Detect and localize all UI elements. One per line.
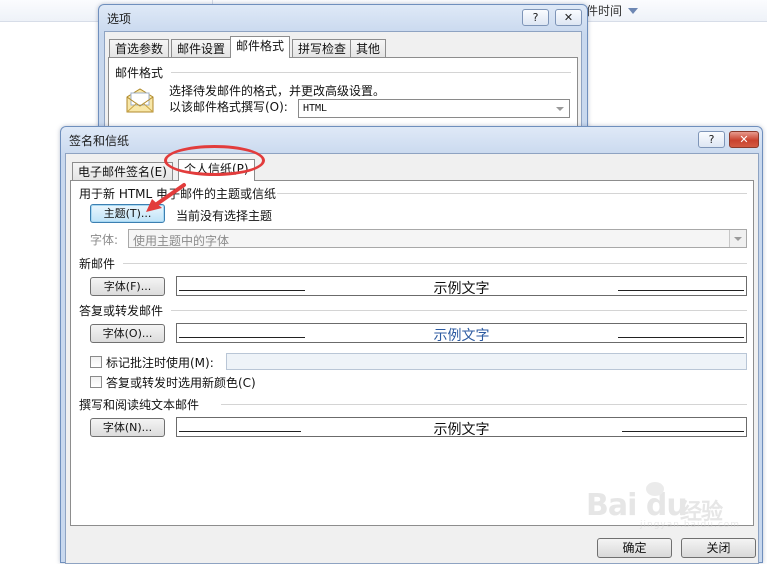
reply-font-button[interactable]: 字体(O)... — [90, 324, 165, 343]
compose-format-label: 以该邮件格式撰写(O): — [169, 100, 288, 114]
tab-spelling[interactable]: 拼写检查 — [292, 39, 353, 58]
plain-text-sample: 示例文字 — [176, 417, 747, 438]
group-divider — [123, 263, 747, 264]
signature-dialog-client: 电子邮件签名(E) 个人信纸(P) 用于新 HTML 电子邮件的主题或信纸 主题… — [65, 153, 759, 564]
close-button[interactable]: ✕ — [729, 131, 759, 148]
mark-comments-checkbox[interactable] — [90, 356, 102, 368]
compose-format-value: HTML — [303, 103, 328, 114]
new-color-checkbox[interactable] — [90, 376, 102, 388]
signature-dialog: 签名和信纸 ? ✕ 电子邮件签名(E) 个人信纸(P) 用于新 HTML 电子邮… — [60, 126, 763, 564]
reply-sample-text: 示例文字 — [433, 328, 490, 344]
close-button[interactable]: ✕ — [555, 9, 582, 26]
format-description: 选择待发邮件的格式，并更改高级设置。 — [169, 84, 386, 98]
chevron-down-icon[interactable] — [552, 100, 569, 117]
new-color-label[interactable]: 答复或转发时选用新颜色(C) — [106, 374, 256, 391]
group-divider — [171, 310, 747, 311]
options-dialog-title: 选项 — [107, 12, 132, 26]
theme-status: 当前没有选择主题 — [176, 209, 273, 223]
tab-personal-stationery[interactable]: 个人信纸(P) — [178, 159, 255, 181]
ok-button[interactable]: 确定 — [597, 538, 672, 558]
mark-comments-input[interactable] — [226, 353, 747, 370]
plain-text-sample-text: 示例文字 — [433, 422, 490, 438]
font-label: 字体: — [90, 233, 119, 247]
compose-format-select[interactable]: HTML — [298, 99, 570, 118]
tab-preferences[interactable]: 首选参数 — [109, 39, 170, 58]
signature-dialog-title: 签名和信纸 — [69, 134, 130, 148]
theme-button[interactable]: 主题(T)... — [90, 204, 165, 223]
group-divider — [277, 193, 747, 194]
new-mail-sample: 示例文字 — [176, 276, 747, 297]
close-dialog-button[interactable]: 关闭 — [681, 538, 756, 558]
time-column-header[interactable]: 件时间 — [586, 2, 622, 19]
envelope-icon — [126, 88, 154, 113]
plain-text-font-button[interactable]: 字体(N)... — [90, 418, 165, 437]
sort-arrow-icon[interactable] — [628, 8, 638, 14]
help-button[interactable]: ? — [698, 131, 725, 148]
group-title-mail-format: 邮件格式 — [115, 66, 164, 80]
tab-other[interactable]: 其他 — [350, 39, 387, 58]
new-mail-sample-text: 示例文字 — [433, 281, 490, 297]
tab-mail-format[interactable]: 邮件格式 — [230, 36, 291, 58]
theme-font-select[interactable]: 使用主题中的字体 — [128, 229, 747, 248]
sample-rule — [618, 290, 744, 291]
sample-rule — [618, 337, 744, 338]
reply-sample: 示例文字 — [176, 323, 747, 344]
plain-text-title: 撰写和阅读纯文本邮件 — [79, 398, 200, 412]
new-mail-title: 新邮件 — [79, 257, 116, 271]
tab-email-signature[interactable]: 电子邮件签名(E) — [72, 162, 173, 181]
mark-comments-label[interactable]: 标记批注时使用(M): — [106, 354, 214, 371]
new-mail-font-button[interactable]: 字体(F)... — [90, 277, 165, 296]
theme-font-value: 使用主题中的字体 — [133, 234, 230, 248]
chevron-down-icon[interactable] — [729, 230, 746, 247]
group-divider — [221, 404, 747, 405]
reply-forward-title: 答复或转发邮件 — [79, 304, 164, 318]
help-button[interactable]: ? — [522, 9, 549, 26]
group-divider — [171, 72, 571, 73]
tab-mail-setup[interactable]: 邮件设置 — [171, 39, 232, 58]
theme-section-title: 用于新 HTML 电子邮件的主题或信纸 — [79, 187, 277, 201]
sample-rule — [622, 431, 744, 432]
personal-stationery-panel: 用于新 HTML 电子邮件的主题或信纸 主题(T)... 当前没有选择主题 字体… — [70, 180, 754, 526]
